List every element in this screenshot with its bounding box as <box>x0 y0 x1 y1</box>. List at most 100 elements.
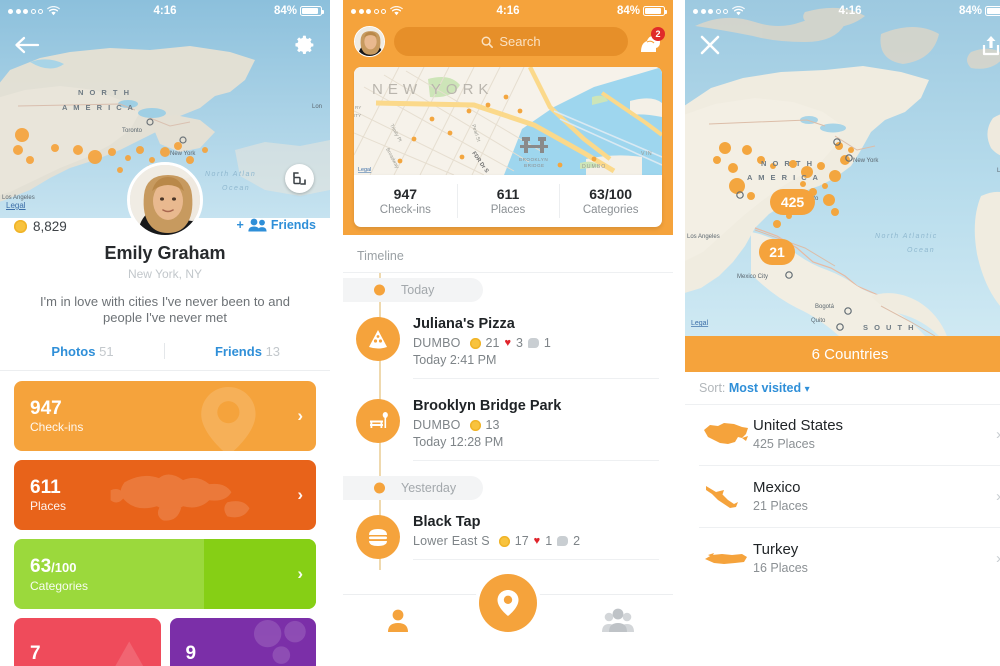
country-info: Turkey 16 Places <box>753 541 996 575</box>
stats-summary-box: 947 Check-ins 611 Places 63/100 Categori… <box>354 175 662 227</box>
check-in-button[interactable] <box>479 574 537 632</box>
battery-icon-p3 <box>985 6 1000 16</box>
search-icon <box>481 36 494 48</box>
map-preview-card[interactable]: NEW YORK BROOKLYN BRIDGE DUMBO VIN RY IT… <box>354 67 662 175</box>
venue-time: Today 2:41 PM <box>413 353 497 367</box>
stat-check-ins-value: 947 <box>393 186 418 202</box>
avatar[interactable] <box>354 26 385 57</box>
country-row-turkey[interactable]: Turkey 16 Places › <box>685 527 1000 589</box>
tab-photos[interactable]: Photos 51 <box>0 343 165 359</box>
status-bar-p3: 4:16 84% <box>685 0 1000 22</box>
country-row-mexico[interactable]: Mexico 21 Places › <box>685 465 1000 527</box>
us-shape-icon <box>699 418 753 450</box>
status-bar-p2: 4:16 84% <box>343 0 673 22</box>
map-cluster-us[interactable]: 425 <box>770 189 815 215</box>
coin-icon <box>469 419 481 431</box>
svg-text:New York: New York <box>170 151 196 157</box>
timeline-day-label: Yesterday <box>401 481 457 495</box>
card-categories[interactable]: 63/100 Categories › <box>14 539 316 609</box>
venue-name: Brooklyn Bridge Park <box>413 398 562 414</box>
heart-icon: ♥ <box>504 337 511 349</box>
svg-text:New York: New York <box>853 158 879 164</box>
stat-categories[interactable]: 63/100 Categories <box>559 175 662 227</box>
venue-time: Today 12:28 PM <box>413 435 504 449</box>
page-title: Emily Graham <box>104 243 226 263</box>
timeline-section-header: Timeline <box>343 235 673 273</box>
search-toolbar: Search 2 <box>343 22 673 67</box>
sort-control[interactable]: Sort: Most visited ▾ <box>685 372 1000 405</box>
search-input[interactable]: Search <box>394 27 628 56</box>
card-check-ins[interactable]: 947 Check-ins › <box>14 381 316 451</box>
coin-value: 8,829 <box>33 219 67 234</box>
venue-coins: 13 <box>485 418 500 432</box>
country-places: 16 Places <box>753 561 808 575</box>
timeline-day-today: Today <box>343 273 673 307</box>
svg-text:Quito: Quito <box>811 318 826 324</box>
profile-avatar[interactable] <box>127 162 203 238</box>
battery-area-p3: 84% <box>959 5 1000 17</box>
svg-text:Ocean: Ocean <box>907 247 935 254</box>
map-cluster-us-value: 425 <box>780 194 805 210</box>
notifications-button[interactable]: 2 <box>637 26 665 55</box>
timeline-list: Today Juliana's Pizza DUMBO 21 ♥ 3 1 Tod… <box>343 273 673 570</box>
map-cluster-mx[interactable]: 21 <box>759 239 795 265</box>
friends-group-icon <box>602 608 634 632</box>
country-row-united-states[interactable]: United States 425 Places › <box>685 403 1000 465</box>
svg-text:Legal: Legal <box>358 167 371 173</box>
phone-screen-countries: N O R T H A M E R I C A S O U T H nto Ne… <box>685 0 1000 666</box>
country-places: 425 Places <box>753 437 815 451</box>
card-red-stat[interactable]: 7 <box>14 618 161 666</box>
card-pair-row: 7 9 <box>14 618 316 666</box>
close-icon[interactable] <box>699 34 721 56</box>
tab-friends[interactable] <box>601 605 635 635</box>
svg-text:North Atlantic: North Atlantic <box>875 233 938 240</box>
sort-label: Sort: <box>699 381 726 395</box>
svg-text:N O R T H: N O R T H <box>761 159 814 168</box>
stat-places[interactable]: 611 Places <box>456 175 560 227</box>
venue-name: Black Tap <box>413 514 481 530</box>
wifi-icon <box>47 6 60 16</box>
plus-sign: + <box>236 218 244 232</box>
coin-icon <box>498 535 510 547</box>
card-purple-stat[interactable]: 9 <box>169 618 316 666</box>
signal-and-wifi <box>8 6 60 16</box>
card-purple-value: 9 <box>185 642 197 664</box>
share-icon[interactable] <box>981 34 1000 56</box>
country-info: United States 425 Places <box>753 417 996 451</box>
back-arrow-icon[interactable] <box>14 35 40 55</box>
map-legal-link-p1[interactable]: Legal <box>6 201 26 210</box>
svg-text:BRIDGE: BRIDGE <box>524 163 545 168</box>
battery-icon-p1 <box>300 6 324 16</box>
coin-balance: 8,829 <box>14 219 67 234</box>
stat-check-ins[interactable]: 947 Check-ins <box>354 175 457 227</box>
profile-bio: I'm in love with cities I've never been … <box>40 294 290 325</box>
tab-friends[interactable]: Friends 13 <box>165 344 330 359</box>
svg-text:ITY: ITY <box>354 113 361 118</box>
tab-photos-count: 51 <box>99 344 114 359</box>
expand-map-button[interactable] <box>285 164 314 193</box>
signal-dots-icon <box>351 8 386 14</box>
timeline-item-julianas[interactable]: Juliana's Pizza DUMBO 21 ♥ 3 1 Today 2:4… <box>343 307 673 389</box>
add-friends-button[interactable]: + Friends <box>237 218 316 232</box>
card-places[interactable]: 611 Places › <box>14 460 316 530</box>
stat-check-ins-label: Check-ins <box>379 204 431 216</box>
svg-text:North Atlan: North Atlan <box>205 171 256 178</box>
svg-text:RY: RY <box>355 105 361 110</box>
phone-screen-timeline: 4:16 84% Search 2 NEW YORK BROOKLYN BRID… <box>343 0 673 666</box>
chevron-right-icon: › <box>297 485 303 504</box>
timeline-item-black-tap[interactable]: Black Tap Lower East S 17 ♥ 1 2 <box>343 505 673 570</box>
chevron-right-icon: › <box>996 550 1000 567</box>
svg-text:A M E R I C A: A M E R I C A <box>62 103 135 112</box>
profile-navbar <box>0 22 330 68</box>
venue-meta: Lower East S 17 ♥ 1 2 <box>413 534 659 548</box>
venue-comments: 1 <box>543 336 551 350</box>
tab-profile[interactable] <box>381 605 415 635</box>
gear-icon[interactable] <box>292 33 316 57</box>
country-name: United States <box>753 417 844 434</box>
card-categories-num: 63 <box>30 555 52 577</box>
signal-and-wifi-p3 <box>693 6 745 16</box>
status-bar-p1: 4:16 84% <box>0 0 330 22</box>
card-categories-label: Categories <box>30 578 89 593</box>
person-icon <box>388 609 408 632</box>
timeline-item-brooklyn-bridge-park[interactable]: Brooklyn Bridge Park DUMBO 13 Today 12:2… <box>343 389 673 471</box>
